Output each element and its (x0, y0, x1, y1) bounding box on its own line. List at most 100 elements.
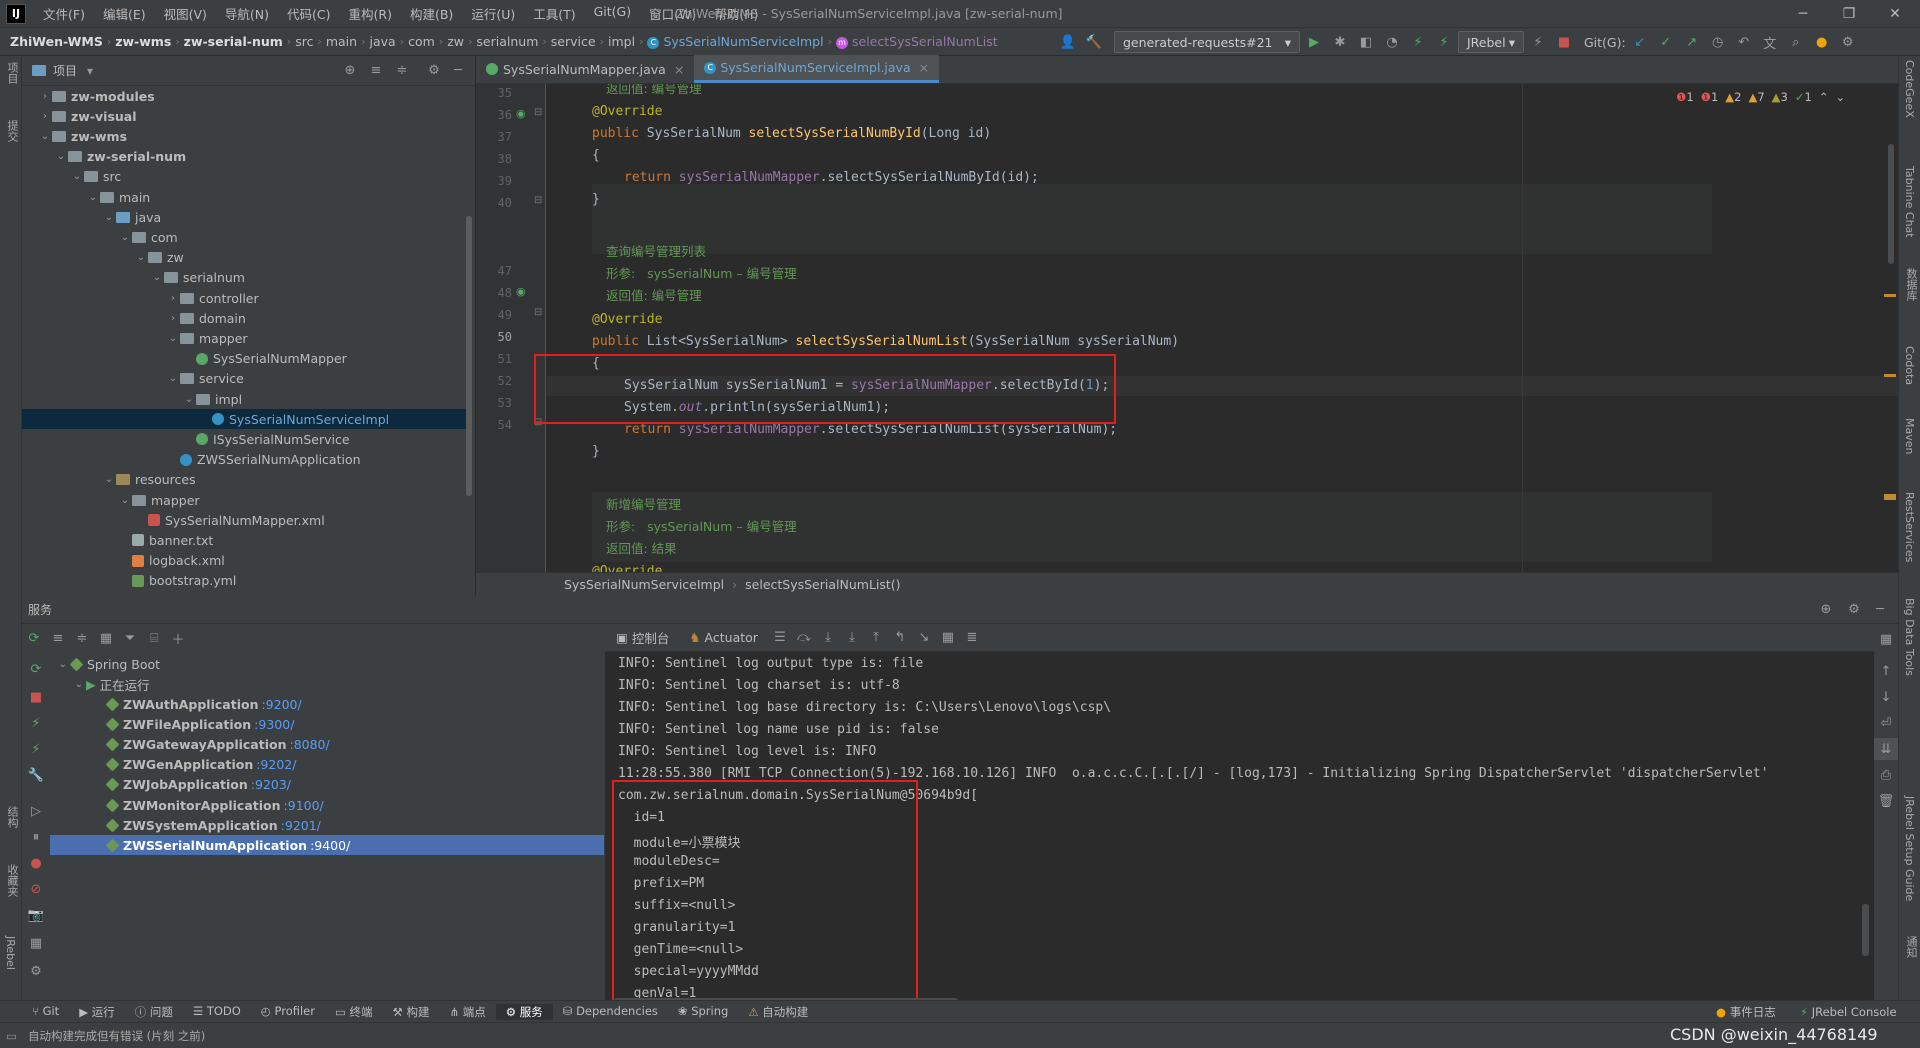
step-out-icon[interactable]: ⤒ (864, 627, 888, 649)
fold-icon[interactable]: ⊟ (534, 417, 542, 428)
jrebel-console-button[interactable]: ⚡ JRebel Console (1790, 1005, 1907, 1019)
gear-icon[interactable]: ⚙ (422, 60, 446, 82)
chevron-right-icon[interactable]: › (38, 111, 52, 122)
bottom-tool-7[interactable]: ⋔ 端点 (440, 1004, 496, 1020)
tree-item-3[interactable]: ⌄ zw-serial-num (22, 147, 470, 167)
tree-item-14[interactable]: ⌄ service (22, 369, 470, 389)
override-marker-icon[interactable]: ◉ (516, 285, 526, 298)
service-app-port-link[interactable]: :9100/ (284, 798, 324, 813)
rerun-icon[interactable]: ⟳ (24, 658, 48, 680)
chevron-down-icon[interactable]: ⌄ (70, 171, 84, 182)
tool-jrebel-guide[interactable]: JRebel Setup Guide (1903, 796, 1916, 901)
jrebel-debug-icon[interactable]: ⚡ (1432, 31, 1456, 53)
group-icon[interactable]: ▦ (94, 627, 118, 649)
menu-item-8[interactable]: 工具(T) (524, 4, 584, 23)
tree-item-11[interactable]: › domain (22, 308, 470, 328)
fold-icon[interactable]: ⊟ (534, 107, 542, 118)
console-output[interactable]: INFO: Sentinel log output type is: file I… (606, 652, 1874, 1012)
stop-icon[interactable]: ■ (1552, 31, 1576, 53)
tool-database[interactable]: 数据库 (1903, 268, 1919, 301)
tree-item-8[interactable]: ⌄ zw (22, 248, 470, 268)
settings-icon[interactable]: ⚙ (24, 960, 48, 982)
print-icon[interactable]: ⎙ (1874, 764, 1898, 786)
chevron-down-icon[interactable]: ⌄ (54, 151, 68, 162)
close-icon[interactable]: × (919, 60, 929, 75)
crumb-4[interactable]: main (322, 34, 361, 49)
project-panel-title[interactable]: 项目 (53, 62, 77, 79)
menu-item-2[interactable]: 视图(V) (155, 4, 216, 23)
translate-icon[interactable]: 文 (1758, 31, 1782, 53)
expand-all-icon[interactable]: ≡ (364, 60, 388, 82)
settings-icon[interactable]: ⚙ (1836, 31, 1860, 53)
editor-scrollbar[interactable] (1888, 144, 1894, 264)
tree-item-15[interactable]: ⌄ impl (22, 389, 470, 409)
chevron-down-icon[interactable]: ⌄ (102, 474, 116, 485)
tree-item-24[interactable]: bootstrap.yml (22, 571, 470, 591)
camera-icon[interactable]: 📷 (24, 904, 48, 926)
code-editor[interactable]: 35 36 37 38 39 40 47 48 49 50 51 52 53 54 ◉ ◉ ⊟ ⊟ ⊟ ⊟ 返回值: … (476, 84, 1898, 572)
chevron-right-icon[interactable]: › (38, 91, 52, 102)
marker-2[interactable] (1884, 374, 1896, 377)
bottom-tool-1[interactable]: ▶ 运行 (69, 1004, 125, 1020)
jrebel-sync-icon[interactable]: ⚡ (1526, 31, 1550, 53)
tab-serviceimpl-java[interactable]: C SysSerialNumServiceImpl.java × (694, 55, 940, 83)
menu-item-3[interactable]: 导航(N) (216, 4, 278, 23)
tree-item-18[interactable]: ZWSSerialNumApplication (22, 450, 470, 470)
scroll-to-end-icon[interactable]: ⇊ (1874, 738, 1898, 760)
jrebel-debug-icon[interactable]: ⚡ (24, 738, 48, 760)
build-hammer-icon[interactable]: 🔨 (1082, 31, 1106, 53)
tree-item-16[interactable]: SysSerialNumServiceImpl (22, 409, 470, 430)
service-app-6[interactable]: ZWSystemApplication:9201/ (50, 815, 604, 835)
step-into-icon[interactable]: ⤓ (816, 627, 840, 649)
tree-item-5[interactable]: ⌄ main (22, 187, 470, 207)
menu-item-5[interactable]: 重构(R) (340, 4, 401, 23)
chevron-right-icon[interactable]: › (166, 313, 180, 324)
layout-icon[interactable]: ▦ (1874, 628, 1898, 650)
run-config-select[interactable]: generated-requests#21 ▾ (1114, 31, 1300, 53)
tool-restservices[interactable]: RestServices (1903, 492, 1916, 562)
status-message[interactable]: 自动构建完成但有错误 (片刻 之前) (28, 1028, 205, 1044)
crumb-5[interactable]: java (365, 34, 399, 49)
menu-item-0[interactable]: 文件(F) (34, 4, 94, 23)
filter-icon[interactable]: ⏷ (118, 627, 142, 649)
tool-codegeex[interactable]: CodeGeeX (1903, 60, 1916, 118)
weak-warning-count[interactable]: ▲7 (1748, 90, 1764, 104)
bottom-tool-0[interactable]: ⑂ Git (22, 1004, 69, 1020)
tool-tabnine[interactable]: Tabnine Chat (1903, 166, 1916, 238)
chevron-down-icon[interactable]: ⌄ (38, 131, 52, 142)
git-commit-icon[interactable]: ✓ (1654, 31, 1678, 53)
tab-actuator[interactable]: ♞ Actuator (679, 624, 768, 652)
chevron-down-icon[interactable]: ⌄ (166, 333, 180, 344)
pause-icon[interactable]: ⏸ (24, 826, 48, 848)
project-scrollbar[interactable] (466, 216, 472, 496)
error-count[interactable]: ❶1 (1676, 90, 1694, 104)
breadcrumb-method[interactable]: selectSysSerialNumList() (745, 577, 900, 592)
up-arrow-icon[interactable]: ↑ (1874, 660, 1898, 682)
service-app-7[interactable]: ZWSSerialNumApplication:9400/ (50, 835, 604, 856)
crumb-3[interactable]: src (291, 34, 317, 49)
locate-icon[interactable]: ⊕ (338, 60, 362, 82)
run-to-cursor-icon[interactable]: ↘ (912, 627, 936, 649)
tab-console[interactable]: ▣ 控制台 (606, 624, 679, 652)
tool-maven[interactable]: Maven (1903, 418, 1916, 454)
tree-item-17[interactable]: ISysSerialNumService (22, 429, 470, 449)
search-icon[interactable]: ⌕ (1784, 31, 1808, 53)
method-crumb[interactable]: m selectSysSerialNumList (832, 34, 1002, 49)
add-service-icon[interactable]: ＋ (166, 627, 190, 649)
soft-wrap-icon[interactable]: ⏎ (1874, 712, 1898, 734)
running-node[interactable]: ⌄ ▶ 正在运行 (50, 674, 604, 694)
chevron-right-icon[interactable]: › (166, 293, 180, 304)
chevron-down-icon[interactable]: ▾ (87, 64, 93, 78)
warning-count[interactable]: ▲2 (1725, 90, 1741, 104)
service-app-port-link[interactable]: :9202/ (256, 757, 296, 772)
crumb-10[interactable]: impl (604, 34, 639, 49)
close-icon[interactable]: × (674, 62, 684, 77)
stop-icon[interactable]: ■ (24, 686, 48, 708)
chevron-down-icon[interactable]: ⌄ (1835, 90, 1845, 104)
crumb-7[interactable]: zw (443, 34, 468, 49)
spring-boot-node[interactable]: ⌄ Spring Boot (50, 654, 604, 674)
evaluate-icon[interactable]: ▦ (936, 627, 960, 649)
menu-item-7[interactable]: 运行(U) (462, 4, 524, 23)
run-icon[interactable]: ▶ (1302, 31, 1326, 53)
tool-project[interactable]: 项目 (4, 62, 20, 84)
